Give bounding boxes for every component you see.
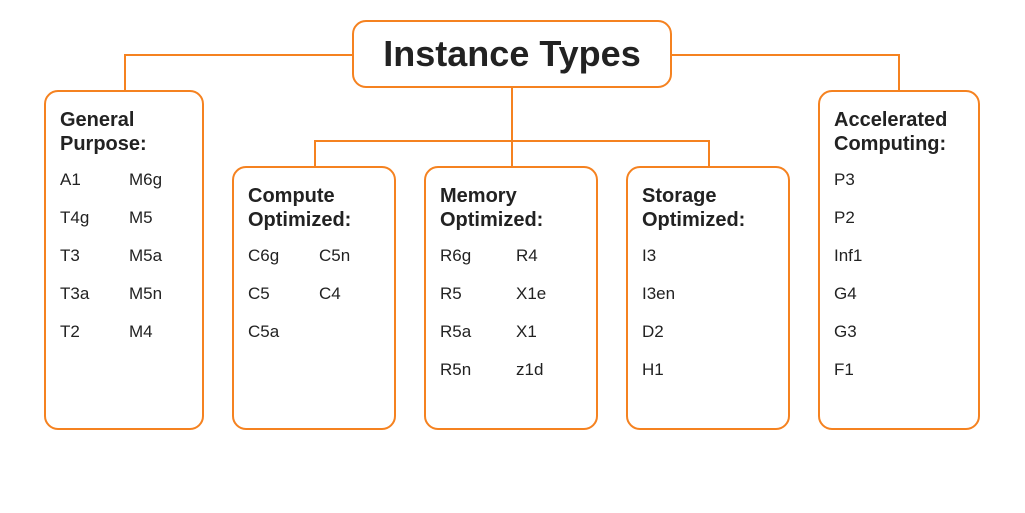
connector: [511, 140, 513, 166]
instance-type: P2: [834, 208, 964, 228]
instance-type: Inf1: [834, 246, 964, 266]
instance-type: C6g: [248, 246, 309, 266]
connector: [124, 54, 126, 90]
instance-type: T2: [60, 322, 119, 342]
instance-type: M5: [129, 208, 188, 228]
instance-type: H1: [642, 360, 774, 380]
instance-type: T3: [60, 246, 119, 266]
category-items: C6g C5n C5 C4 C5a: [248, 246, 380, 342]
connector: [708, 140, 710, 166]
instance-type: I3en: [642, 284, 774, 304]
category-title: Compute Optimized:: [248, 184, 380, 232]
instance-type: T4g: [60, 208, 119, 228]
instance-type: D2: [642, 322, 774, 342]
instance-type: C5: [248, 284, 309, 304]
instance-type: C4: [319, 284, 380, 304]
instance-type: R5a: [440, 322, 506, 342]
instance-type: C5a: [248, 322, 309, 342]
instance-type: R5n: [440, 360, 506, 380]
category-compute-optimized: Compute Optimized: C6g C5n C5 C4 C5a: [232, 166, 396, 430]
connector: [314, 140, 316, 166]
instance-type: X1: [516, 322, 582, 342]
instance-type: I3: [642, 246, 774, 266]
category-title: Accelerated Computing:: [834, 108, 964, 156]
category-title: Storage Optimized:: [642, 184, 774, 232]
instance-type: T3a: [60, 284, 119, 304]
instance-type: z1d: [516, 360, 582, 380]
connector: [898, 54, 900, 90]
category-items: R6g R4 R5 X1e R5a X1 R5n z1d: [440, 246, 582, 380]
instance-type: X1e: [516, 284, 582, 304]
instance-type: M4: [129, 322, 188, 342]
connector: [511, 88, 513, 140]
instance-type: M5a: [129, 246, 188, 266]
category-items: A1 M6g T4g M5 T3 M5a T3a M5n T2 M4: [60, 170, 188, 342]
instance-type: M6g: [129, 170, 188, 190]
instance-type: M5n: [129, 284, 188, 304]
category-memory-optimized: Memory Optimized: R6g R4 R5 X1e R5a X1 R…: [424, 166, 598, 430]
root-node: Instance Types: [352, 20, 672, 88]
category-title: General Purpose:: [60, 108, 188, 156]
instance-type: C5n: [319, 246, 380, 266]
category-title: Memory Optimized:: [440, 184, 582, 232]
instance-type: G3: [834, 322, 964, 342]
instance-type: R6g: [440, 246, 506, 266]
instance-type: A1: [60, 170, 119, 190]
instance-type: F1: [834, 360, 964, 380]
instance-type: R5: [440, 284, 506, 304]
connector: [124, 54, 352, 56]
category-items: I3 I3en D2 H1: [642, 246, 774, 380]
instance-type: R4: [516, 246, 582, 266]
instance-type: P3: [834, 170, 964, 190]
connector: [672, 54, 898, 56]
category-items: P3 P2 Inf1 G4 G3 F1: [834, 170, 964, 380]
category-accelerated-computing: Accelerated Computing: P3 P2 Inf1 G4 G3 …: [818, 90, 980, 430]
category-general-purpose: General Purpose: A1 M6g T4g M5 T3 M5a T3…: [44, 90, 204, 430]
category-storage-optimized: Storage Optimized: I3 I3en D2 H1: [626, 166, 790, 430]
instance-type: G4: [834, 284, 964, 304]
root-title: Instance Types: [383, 33, 640, 75]
